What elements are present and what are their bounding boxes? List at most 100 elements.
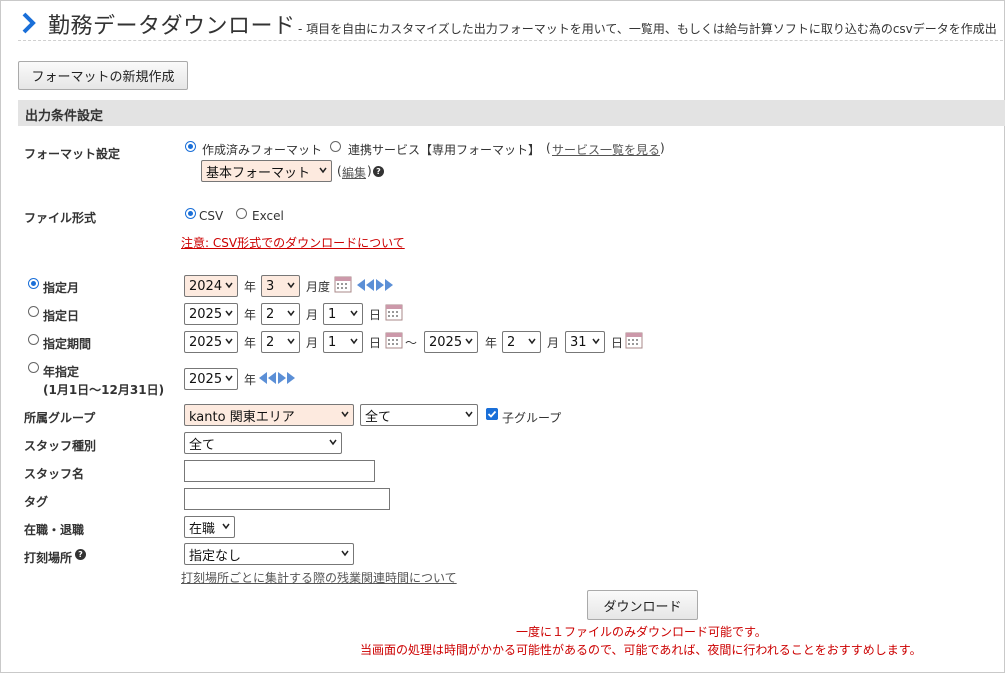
range-from-month-select[interactable]: 2	[261, 331, 300, 353]
staff-name-input[interactable]	[184, 460, 375, 482]
new-format-button[interactable]: フォーマットの新規作成	[18, 61, 188, 90]
period-day-label: 指定日	[43, 309, 80, 323]
stamp-place-value: 指定なし	[189, 548, 242, 564]
chevron-down-icon	[287, 338, 295, 345]
range-to-year-value: 2025	[429, 334, 463, 350]
day-month-select[interactable]: 2	[261, 303, 300, 325]
help-icon[interactable]: ?	[75, 549, 86, 560]
year-year-value: 2025	[189, 371, 223, 387]
chevron-down-icon	[465, 411, 473, 418]
range-from-month-value: 2	[266, 334, 275, 350]
period-range-radio[interactable]	[28, 334, 39, 345]
download-note-night: 当画面の処理は時間がかかる可能性があるので、可能であれば、夜間に行われることをお…	[360, 643, 922, 657]
period-month-radio[interactable]	[28, 278, 39, 289]
employment-value: 在職	[189, 521, 216, 537]
csv-radio[interactable]	[185, 208, 196, 219]
chevron-down-icon	[225, 375, 233, 382]
unit-year: 年	[485, 336, 498, 350]
section-header: 出力条件設定	[18, 100, 1005, 126]
download-button[interactable]: ダウンロード	[587, 590, 698, 620]
excel-radio[interactable]	[236, 208, 247, 219]
subgroup-select-value: 全て	[365, 409, 392, 425]
range-tilde: 〜	[405, 336, 418, 350]
range-from-year-value: 2025	[189, 334, 223, 350]
day-year-select[interactable]: 2025	[184, 303, 238, 325]
edit-link-close-paren: )	[367, 164, 372, 178]
unit-month: 月	[547, 336, 560, 350]
month-year-select[interactable]: 2024	[184, 275, 238, 297]
unit-year: 年	[244, 280, 257, 294]
stamp-place-overtime-link[interactable]: 打刻場所ごとに集計する際の残業関連時間について	[181, 569, 457, 586]
format-created-label: 作成済みフォーマット	[202, 143, 323, 157]
page-description: - 項目を自由にカスタマイズした出力フォーマットを用いて、一覧用、もしくは給与計…	[298, 22, 997, 36]
range-to-day-select[interactable]: 31	[565, 331, 605, 353]
day-day-select[interactable]: 1	[323, 303, 363, 325]
unit-month-degree: 月度	[306, 280, 331, 294]
stamp-place-label: 打刻場所	[24, 551, 73, 565]
chevron-down-icon	[592, 338, 600, 345]
prev-next-arrows-icon[interactable]	[258, 371, 296, 385]
chevron-down-icon	[225, 282, 233, 289]
chevron-right-icon	[22, 12, 36, 34]
calendar-icon[interactable]	[385, 303, 403, 321]
chevron-down-icon	[528, 338, 536, 345]
staff-type-value: 全て	[189, 437, 216, 453]
csv-label: CSV	[199, 209, 224, 223]
unit-year: 年	[244, 336, 257, 350]
service-list-link[interactable]: サービス一覧を見る	[552, 141, 660, 158]
group-select[interactable]: kanto 関東エリア	[184, 404, 354, 426]
format-service-label: 連携サービス【専用フォーマット】	[348, 143, 541, 157]
chevron-down-icon	[350, 310, 358, 317]
month-month-select[interactable]: 3	[261, 275, 300, 297]
page-header: 勤務データダウンロード - 項目を自由にカスタマイズした出力フォーマットを用いて…	[18, 8, 1005, 41]
format-created-radio[interactable]	[185, 141, 196, 152]
day-month-value: 2	[266, 306, 275, 322]
service-link-open-paren: (	[546, 141, 551, 155]
page-title: 勤務データダウンロード	[48, 14, 296, 39]
help-icon[interactable]: ?	[373, 166, 384, 177]
unit-day: 日	[611, 336, 624, 350]
range-from-year-select[interactable]: 2025	[184, 331, 238, 353]
chevron-down-icon	[341, 411, 349, 418]
file-type-label: ファイル形式	[24, 211, 97, 225]
chevron-down-icon	[329, 439, 337, 446]
range-from-day-value: 1	[328, 334, 337, 350]
format-select[interactable]: 基本フォーマット	[201, 160, 332, 182]
staff-type-select[interactable]: 全て	[184, 432, 342, 454]
csv-notice-link[interactable]: 注意: CSV形式でのダウンロードについて	[181, 234, 405, 251]
stamp-place-select[interactable]: 指定なし	[184, 543, 354, 565]
child-group-checkbox[interactable]	[486, 408, 498, 420]
period-month-label: 指定月	[43, 281, 80, 295]
chevron-down-icon	[350, 338, 358, 345]
day-day-value: 1	[328, 306, 337, 322]
calendar-icon[interactable]	[334, 275, 352, 293]
prev-next-arrows-icon[interactable]	[356, 278, 394, 292]
range-to-day-value: 31	[570, 334, 587, 350]
period-year-label: 年指定	[43, 365, 80, 379]
staff-name-label: スタッフ名	[24, 467, 85, 481]
range-to-month-select[interactable]: 2	[502, 331, 541, 353]
unit-year: 年	[244, 308, 257, 322]
chevron-down-icon	[465, 338, 473, 345]
chevron-down-icon	[225, 338, 233, 345]
tag-input[interactable]	[184, 488, 390, 510]
range-from-day-select[interactable]: 1	[323, 331, 363, 353]
format-service-radio[interactable]	[330, 141, 341, 152]
child-group-label: 子グループ	[502, 411, 562, 425]
chevron-down-icon	[287, 310, 295, 317]
calendar-icon[interactable]	[385, 331, 403, 349]
period-year-radio[interactable]	[28, 362, 39, 373]
period-day-radio[interactable]	[28, 306, 39, 317]
format-select-value: 基本フォーマット	[206, 165, 311, 181]
range-to-year-select[interactable]: 2025	[424, 331, 478, 353]
format-edit-link[interactable]: 編集	[342, 164, 366, 181]
format-label: フォーマット設定	[24, 147, 121, 161]
month-month-value: 3	[266, 278, 275, 294]
calendar-icon[interactable]	[625, 331, 643, 349]
year-year-select[interactable]: 2025	[184, 368, 238, 390]
subgroup-select[interactable]: 全て	[360, 404, 478, 426]
group-label: 所属グループ	[24, 411, 96, 425]
chevron-down-icon	[287, 282, 295, 289]
day-year-value: 2025	[189, 306, 223, 322]
employment-select[interactable]: 在職	[184, 516, 235, 538]
